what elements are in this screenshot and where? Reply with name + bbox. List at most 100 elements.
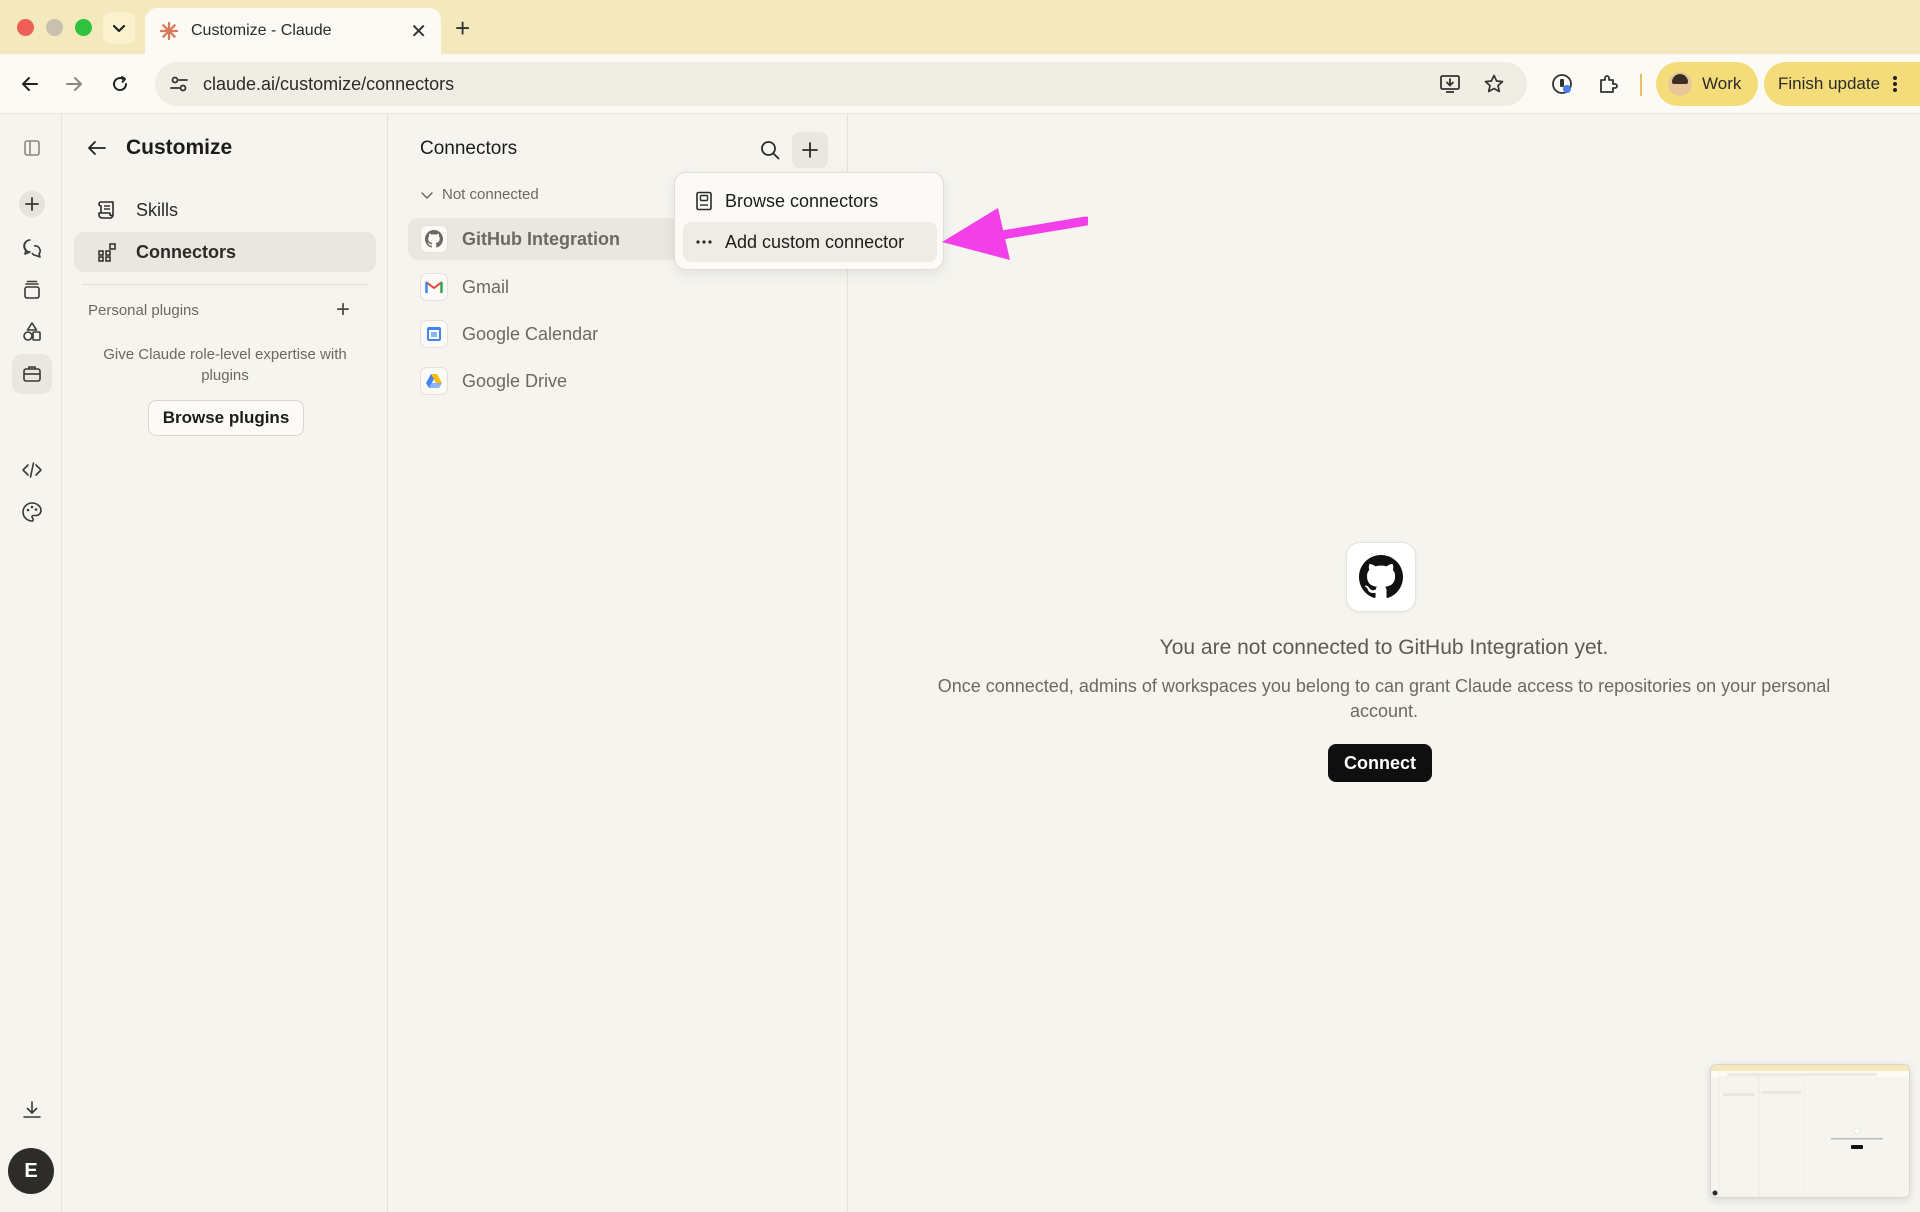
finish-update-button[interactable]: Finish update [1764,62,1920,106]
browse-plugins-button[interactable]: Browse plugins [148,400,304,436]
back-button[interactable] [14,68,46,100]
connection-description: Once connected, admins of workspaces you… [937,676,1831,721]
nav-item-connectors[interactable]: Connectors [74,232,376,272]
window-zoom-button[interactable] [75,19,92,36]
bookmark-star-icon[interactable] [1483,73,1505,95]
chat-bubbles-icon [23,239,41,258]
nav-item-skills[interactable]: Skills [74,190,376,230]
toggle-sidebar-button[interactable] [12,128,52,168]
connectors-title: Connectors [420,138,518,159]
artifacts-button[interactable] [12,312,52,352]
password-manager-icon[interactable] [1546,68,1578,100]
book-icon [696,191,712,211]
site-settings-icon [170,76,188,92]
add-connector-button[interactable] [792,132,828,168]
claude-logo-icon [159,21,179,41]
menu-item-label: Browse connectors [725,190,879,211]
new-tab-button[interactable]: + [455,13,470,44]
connectors-panel: Connectors Not connected GitHub Integrat… [388,114,848,1212]
connector-row-google-calendar[interactable]: Google Calendar [408,313,828,355]
reload-button[interactable] [104,68,136,100]
user-avatar[interactable]: E [8,1148,54,1194]
download-app-button[interactable] [12,1090,52,1130]
section-divider [82,284,368,285]
plus-icon [802,142,818,158]
code-icon [22,462,42,478]
nav-item-label: Connectors [136,241,237,262]
github-logo-tile [1346,542,1416,612]
customize-button[interactable] [12,354,52,394]
app-side-rail: E [0,114,62,1212]
profile-avatar [1668,72,1692,96]
download-icon [23,1101,41,1118]
not-connected-section-toggle[interactable]: Not connected [420,186,539,203]
not-connected-heading: You are not connected to GitHub Integrat… [1159,636,1609,659]
browser-toolbar: claude.ai/customize/connectors Work Fini… [0,54,1920,114]
screenshot-preview-thumbnail[interactable] [1710,1064,1910,1198]
new-chat-button[interactable] [12,184,52,224]
tab-close-icon[interactable]: ✕ [410,19,427,44]
search-icon [761,141,780,160]
stack-icon [24,280,40,299]
section-label: Not connected [442,186,539,203]
connector-label: Google Calendar [462,323,599,344]
url-text[interactable]: claude.ai/customize/connectors [203,74,454,95]
design-button[interactable] [12,492,52,532]
more-icon [696,240,712,244]
kebab-menu-icon [1893,76,1898,92]
window-close-button[interactable] [17,19,34,36]
github-icon [1359,555,1403,598]
code-button[interactable] [12,450,52,490]
google-calendar-icon [420,320,448,348]
extensions-icon[interactable] [1592,68,1624,100]
forward-button[interactable] [58,68,90,100]
plugins-description: Give Claude role-level expertise with pl… [103,346,347,384]
menu-item-add-custom-connector[interactable]: Add custom connector [683,222,937,262]
connector-row-google-drive[interactable]: Google Drive [408,360,828,402]
tab-title: Customize - Claude [191,22,332,39]
chevron-down-icon [421,191,433,199]
address-bar[interactable]: claude.ai/customize/connectors [155,62,1527,106]
menu-item-label: Add custom connector [725,231,905,252]
connector-row-gmail[interactable]: Gmail [408,266,828,308]
back-arrow-icon[interactable] [86,137,108,159]
connector-label: Google Drive [462,370,568,391]
gmail-icon [420,273,448,301]
arrow-right-icon [66,77,82,91]
briefcase-icon [23,366,41,382]
page-title: Customize [126,136,233,159]
profile-button[interactable]: Work [1656,62,1758,106]
connectors-grid-icon [98,243,116,262]
profile-label: Work [1702,74,1742,93]
scroll-icon [98,201,114,219]
annotation-arrow-icon [942,208,1088,260]
browser-tab-active[interactable]: Customize - Claude ✕ [145,8,441,54]
connector-label: GitHub Integration [462,228,620,249]
menu-item-browse-connectors[interactable]: Browse connectors [683,181,937,221]
install-app-icon[interactable] [1439,73,1461,95]
connect-button[interactable]: Connect [1328,744,1432,782]
chevron-down-icon [112,24,126,33]
window-minimize-button[interactable] [46,19,63,36]
projects-button[interactable] [12,270,52,310]
github-icon [420,225,448,253]
customize-header: Customize [86,132,232,164]
personal-plugins-label: Personal plugins [88,302,199,319]
thumbnail-image [1711,1065,1909,1197]
toolbar-separator [1640,74,1642,96]
palette-icon [22,502,42,522]
tab-search-button[interactable] [103,12,135,44]
arrow-left-icon [22,77,38,91]
finish-update-label: Finish update [1778,74,1881,93]
search-connectors-button[interactable] [752,132,788,168]
reload-icon [113,76,128,92]
plus-circle-icon [19,191,45,217]
shapes-icon [23,322,41,341]
add-plugin-button[interactable]: + [336,296,350,324]
connector-label: Gmail [462,276,510,297]
browser-tab-strip: Customize - Claude ✕ + [0,0,1920,54]
connector-detail-pane: You are not connected to GitHub Integrat… [848,114,1920,1212]
sidebar-icon [24,140,40,156]
customize-panel: Customize Skills Connectors Personal plu… [62,114,388,1212]
chats-button[interactable] [12,228,52,268]
